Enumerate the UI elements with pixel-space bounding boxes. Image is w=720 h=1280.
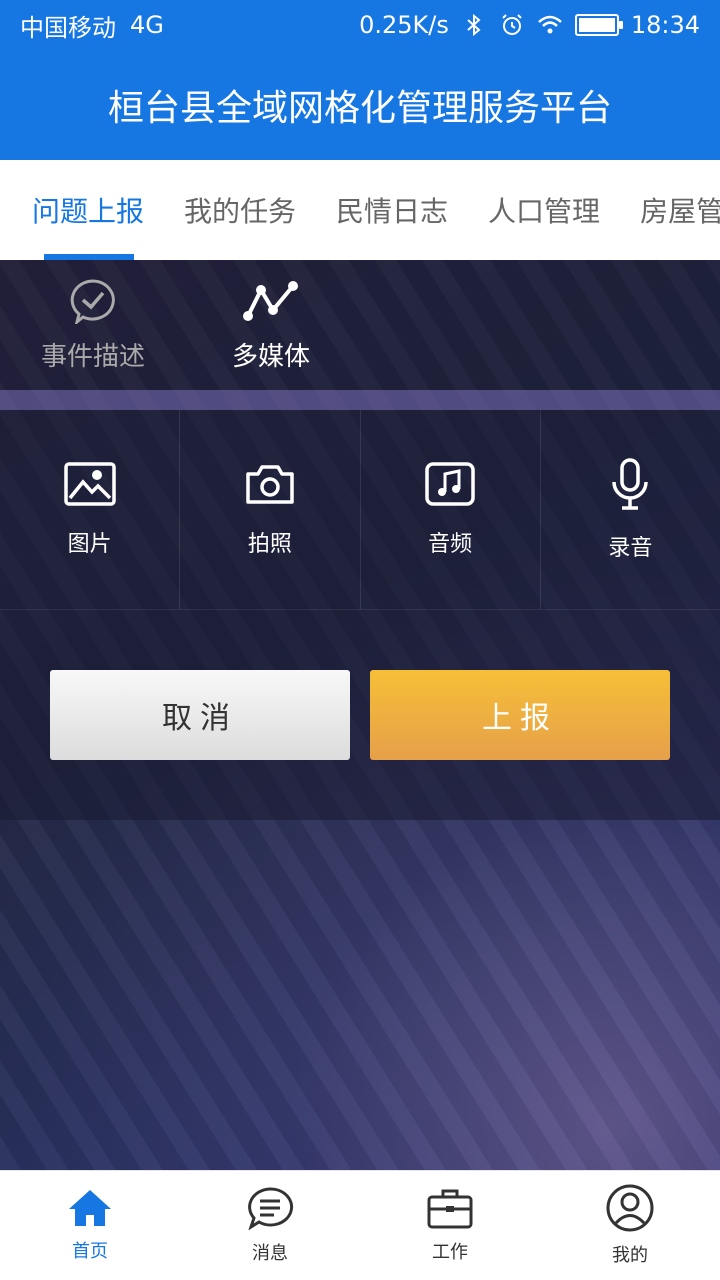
submit-button[interactable]: 上报 <box>370 670 670 760</box>
media-audio-button[interactable]: 音频 <box>361 410 541 609</box>
user-icon <box>606 1184 654 1237</box>
briefcase-icon <box>426 1187 474 1234</box>
bluetooth-icon <box>461 12 487 38</box>
tab-public-log[interactable]: 民情日志 <box>316 160 468 260</box>
tab-housing[interactable]: 房屋管 <box>620 160 720 260</box>
clock: 18:34 <box>630 11 700 39</box>
tab-my-tasks[interactable]: 我的任务 <box>164 160 316 260</box>
camera-icon <box>244 462 296 512</box>
network-label: 4G <box>130 11 164 39</box>
tab-issue-report[interactable]: 问题上报 <box>0 160 164 260</box>
tab-population[interactable]: 人口管理 <box>468 160 620 260</box>
status-bar: 中国移动 4G 0.25K/s 18:34 <box>0 0 720 50</box>
message-icon <box>246 1186 294 1235</box>
cancel-button[interactable]: 取消 <box>50 670 350 760</box>
media-record-button[interactable]: 录音 <box>541 410 720 609</box>
nav-home[interactable]: 首页 <box>0 1171 180 1280</box>
alarm-icon <box>499 12 525 38</box>
music-icon <box>425 461 475 512</box>
image-icon <box>63 461 116 512</box>
nav-work[interactable]: 工作 <box>360 1171 540 1280</box>
media-image-button[interactable]: 图片 <box>0 410 181 609</box>
subtab-event-description[interactable]: 事件描述 <box>18 278 168 373</box>
top-tabs: 问题上报 我的任务 民情日志 人口管理 房屋管 <box>0 160 720 260</box>
wifi-icon <box>537 12 563 38</box>
divider-stripe <box>0 390 720 410</box>
bottom-nav: 首页 消息 工作 我的 <box>0 1170 720 1280</box>
media-graph-icon <box>242 278 300 328</box>
network-speed: 0.25K/s <box>359 11 449 39</box>
page-title: 桓台县全域网格化管理服务平台 <box>107 88 612 129</box>
carrier-label: 中国移动 <box>20 13 116 42</box>
action-area: 取消 上报 <box>0 610 720 820</box>
battery-icon <box>574 14 623 36</box>
app-header: 桓台县全域网格化管理服务平台 <box>0 50 720 160</box>
subtab-multimedia[interactable]: 多媒体 <box>196 278 346 373</box>
home-icon <box>67 1188 113 1233</box>
nav-mine[interactable]: 我的 <box>540 1171 720 1280</box>
check-circle-icon <box>68 278 118 328</box>
microphone-icon <box>610 457 650 516</box>
nav-messages[interactable]: 消息 <box>180 1171 360 1280</box>
media-options: 图片 拍照 音频 录音 <box>0 410 720 610</box>
media-camera-button[interactable]: 拍照 <box>180 410 361 609</box>
form-subtabs: 事件描述 多媒体 <box>0 260 720 390</box>
